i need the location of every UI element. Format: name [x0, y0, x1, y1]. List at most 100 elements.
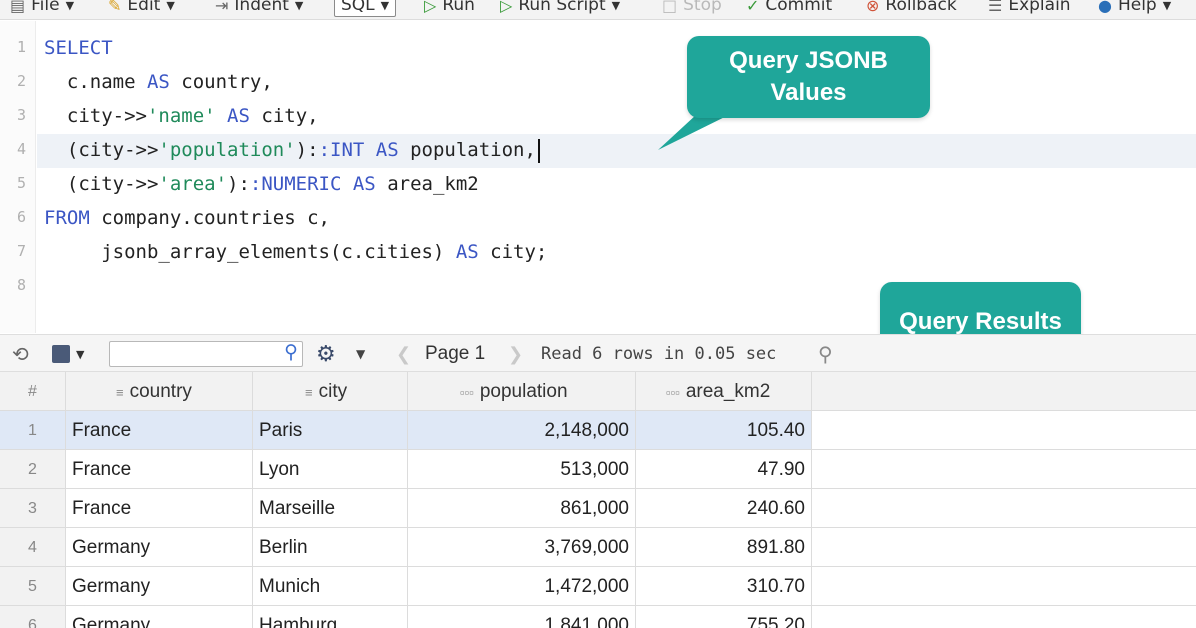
gear-icon: ⚙ — [316, 341, 336, 367]
line-number-gutter: 1 2 3 4 5 6 7 8 — [0, 21, 36, 333]
commit-button[interactable]: ✓ Commit — [746, 0, 832, 18]
cell-area[interactable]: 105.40 — [636, 411, 812, 450]
cell-country[interactable]: France — [66, 450, 253, 489]
sql-token: area_km2 — [375, 173, 479, 195]
explain-icon: ☰ — [988, 0, 1003, 15]
cell-country[interactable]: Germany — [66, 606, 253, 628]
cell-country[interactable]: Germany — [66, 528, 253, 567]
cell-area[interactable]: 47.90 — [636, 450, 812, 489]
explain-button[interactable]: ☰ Explain — [988, 0, 1071, 18]
save-icon — [52, 345, 70, 363]
stop-icon: □ — [662, 0, 678, 15]
indent-menu-label: Indent — [234, 0, 289, 15]
grid-header-population[interactable]: ▫▫▫ population — [408, 372, 636, 411]
cell-country[interactable]: France — [66, 489, 253, 528]
stop-button[interactable]: □ Stop — [662, 0, 722, 18]
status-text: Read 6 rows in 0.05 sec — [541, 344, 777, 364]
sql-keyword: :INT AS — [318, 139, 399, 161]
cell-city[interactable]: Lyon — [253, 450, 408, 489]
settings-button[interactable]: ⚙ — [316, 335, 336, 373]
row-number[interactable]: 4 — [0, 528, 66, 567]
indent-menu[interactable]: ⇥ Indent ▼ — [215, 0, 303, 18]
text-cursor — [537, 138, 540, 163]
cell-area[interactable]: 891.80 — [636, 528, 812, 567]
cell-area[interactable]: 755.20 — [636, 606, 812, 628]
row-number[interactable]: 6 — [0, 606, 66, 628]
help-menu-label: Help — [1117, 0, 1157, 15]
cell-area[interactable]: 240.60 — [636, 489, 812, 528]
run-button-label: Run — [442, 0, 475, 15]
code-line[interactable]: FROM company.countries c, — [44, 201, 330, 235]
cell-city[interactable]: Paris — [253, 411, 408, 450]
code-line[interactable]: (city->>'area')::NUMERIC AS area_km2 — [44, 167, 479, 201]
language-select[interactable]: SQL ▼ — [334, 0, 397, 18]
cell-area[interactable]: 310.70 — [636, 567, 812, 606]
file-menu[interactable]: ▤ File ▼ — [10, 0, 74, 18]
line-number: 8 — [16, 276, 26, 294]
chevron-down-icon: ▼ — [611, 0, 621, 12]
sql-token: company.countries c, — [89, 207, 330, 229]
cell-city[interactable]: Munich — [253, 567, 408, 606]
cell-population[interactable]: 1,841,000 — [408, 606, 636, 628]
indent-icon: ⇥ — [215, 0, 229, 15]
callout-jsonb-line1: Query JSONB — [729, 47, 888, 74]
callout-query-jsonb: Query JSONB Values — [687, 36, 930, 118]
next-page-button[interactable]: ❯ — [508, 335, 523, 373]
rollback-button[interactable]: ⊗ Rollback — [866, 0, 957, 18]
results-filter-input[interactable]: ⚲ — [109, 341, 303, 367]
chevron-down-icon: ▼ — [65, 0, 75, 12]
sql-token: jsonb_array_elements(c.cities) — [44, 241, 456, 263]
row-number[interactable]: 3 — [0, 489, 66, 528]
refresh-button[interactable]: ⟲ — [12, 335, 29, 373]
rollback-button-label: Rollback — [885, 0, 957, 15]
grid-filler — [812, 567, 1196, 606]
cell-country[interactable]: France — [66, 411, 253, 450]
sql-token: ): — [295, 139, 319, 161]
play-icon: ▷ — [500, 0, 513, 15]
chevron-down-icon: ▼ — [380, 0, 390, 12]
sql-keyword: :NUMERIC AS — [249, 173, 376, 195]
callout-jsonb-line2: Values — [770, 79, 847, 106]
cell-city[interactable]: Berlin — [253, 528, 408, 567]
help-menu[interactable]: ● Help ▼ — [1098, 0, 1171, 18]
edit-menu[interactable]: ✎ Edit ▼ — [108, 0, 175, 18]
language-select-box[interactable]: SQL ▼ — [334, 0, 397, 17]
sql-token: city->> — [44, 105, 147, 127]
run-button[interactable]: ▷ Run — [424, 0, 475, 18]
page-label: Page 1 — [425, 343, 486, 364]
results-toolbar: ⟲ ▼ ⚲ ⚙ ▼ ❮ Page 1 ❯ Read 6 rows in 0.05… — [0, 334, 1196, 372]
code-line[interactable]: SELECT — [44, 31, 113, 65]
run-script-button[interactable]: ▷ Run Script ▼ — [500, 0, 620, 18]
sql-keyword: AS — [146, 71, 170, 93]
code-line[interactable]: (city->>'population')::INT AS population… — [44, 133, 540, 167]
code-line[interactable]: jsonb_array_elements(c.cities) AS city; — [44, 235, 547, 269]
numeric-column-icon: ▫▫▫ — [460, 385, 474, 400]
cell-city[interactable]: Hamburg — [253, 606, 408, 628]
row-number[interactable]: 5 — [0, 567, 66, 606]
row-number[interactable]: 1 — [0, 411, 66, 450]
cell-city[interactable]: Marseille — [253, 489, 408, 528]
cell-population[interactable]: 861,000 — [408, 489, 636, 528]
code-line[interactable]: c.name AS country, — [44, 65, 273, 99]
grid-filler — [812, 528, 1196, 567]
grid-header-area[interactable]: ▫▫▫ area_km2 — [636, 372, 812, 411]
search-icon[interactable]: ⚲ — [284, 341, 298, 363]
grid-header-country[interactable]: ≡ country — [66, 372, 253, 411]
cell-population[interactable]: 3,769,000 — [408, 528, 636, 567]
cell-population[interactable]: 1,472,000 — [408, 567, 636, 606]
cell-population[interactable]: 2,148,000 — [408, 411, 636, 450]
sql-keyword: FROM — [44, 207, 90, 229]
grid-header-city[interactable]: ≡ city — [253, 372, 408, 411]
sql-string: 'area' — [158, 173, 228, 195]
sql-keyword: SELECT — [44, 37, 113, 59]
code-line[interactable]: city->>'name' AS city, — [44, 99, 319, 133]
cell-country[interactable]: Germany — [66, 567, 253, 606]
save-menu-button[interactable]: ▼ — [52, 335, 84, 373]
prev-page-button[interactable]: ❮ — [396, 335, 411, 373]
results-search-button[interactable]: ⚲ — [818, 335, 833, 373]
sql-token: population, — [398, 139, 536, 161]
settings-dropdown[interactable]: ▼ — [356, 335, 365, 373]
cell-population[interactable]: 513,000 — [408, 450, 636, 489]
text-column-icon: ≡ — [305, 385, 313, 400]
row-number[interactable]: 2 — [0, 450, 66, 489]
